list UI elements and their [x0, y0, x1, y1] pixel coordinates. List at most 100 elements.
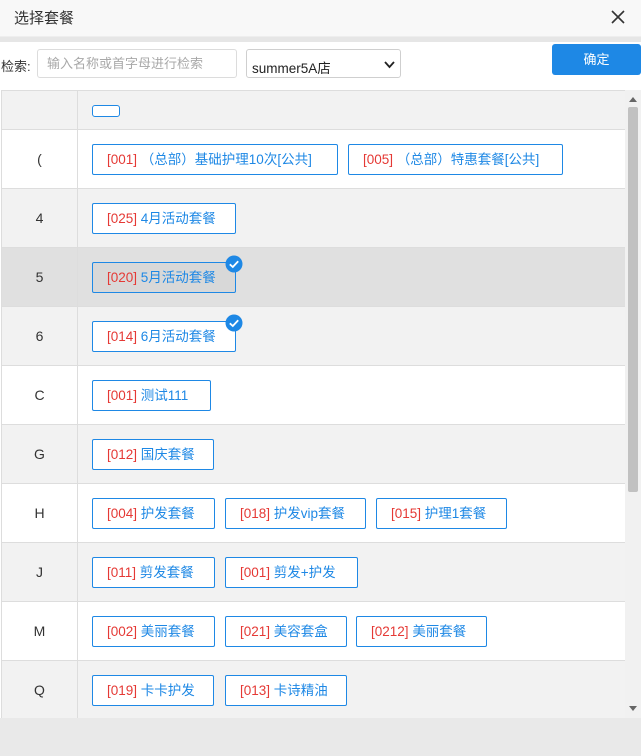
- group-items: [014] 6月活动套餐: [78, 307, 625, 365]
- package-name: 国庆套餐: [140, 447, 195, 462]
- check-icon: [225, 255, 243, 273]
- package-code: [015]: [391, 506, 422, 521]
- package-button[interactable]: [001] 测试111: [92, 380, 211, 411]
- group-row: 5 [020] 5月活动套餐: [1, 248, 625, 307]
- group-letter: Q: [1, 661, 78, 718]
- package-code: [021]: [240, 624, 271, 639]
- group-row: H [004] 护发套餐 [018] 护发vip套餐 [015] 护理1套餐: [1, 484, 625, 543]
- scroll-up-arrow-icon[interactable]: [628, 95, 638, 103]
- select-all-button[interactable]: [92, 105, 120, 117]
- group-items: [020] 5月活动套餐: [78, 248, 625, 306]
- package-button[interactable]: [015] 护理1套餐: [376, 498, 507, 529]
- search-input[interactable]: [37, 49, 237, 78]
- group-letter: G: [1, 425, 78, 483]
- select-package-dialog: 选择套餐 检索: summer5A店 确定 ([001] （总部）基础护理10次…: [0, 0, 641, 718]
- package-code: [011]: [107, 565, 137, 580]
- scrollbar-thumb[interactable]: [628, 107, 638, 492]
- package-name: 卡诗精油: [273, 683, 328, 698]
- package-name: 4月活动套餐: [140, 211, 216, 226]
- package-name: 护理1套餐: [424, 506, 487, 521]
- group-letter: M: [1, 602, 78, 660]
- package-code: [013]: [240, 683, 271, 698]
- package-button[interactable]: [019] 卡卡护发: [92, 675, 214, 706]
- package-button[interactable]: [018] 护发vip套餐: [225, 498, 366, 529]
- group-items: [004] 护发套餐 [018] 护发vip套餐 [015] 护理1套餐: [78, 484, 625, 542]
- package-name: 美丽套餐: [140, 624, 195, 639]
- package-code: [019]: [107, 683, 138, 698]
- table-header-row: [1, 90, 625, 130]
- package-button[interactable]: [025] 4月活动套餐: [92, 203, 236, 234]
- package-code: [0212]: [371, 624, 409, 639]
- package-button[interactable]: [004] 护发套餐: [92, 498, 215, 529]
- group-items: [019] 卡卡护发 [013] 卡诗精油: [78, 661, 625, 718]
- group-letter: 5: [1, 248, 78, 306]
- store-select-value: summer5A店: [252, 61, 331, 76]
- scrollbar[interactable]: [625, 90, 641, 718]
- package-code: [005]: [363, 152, 394, 167]
- toolbar: 检索: summer5A店 确定: [0, 42, 641, 88]
- group-items: [002] 美丽套餐 [021] 美容套盒 [0212] 美丽套餐: [78, 602, 625, 660]
- package-name: 剪发+护发: [273, 565, 336, 580]
- package-code: [014]: [107, 329, 138, 344]
- package-name: 美容套盒: [273, 624, 328, 639]
- package-button[interactable]: [001] （总部）基础护理10次[公共]: [92, 144, 338, 175]
- package-name: 测试111: [140, 388, 189, 403]
- group-row: Q [019] 卡卡护发 [013] 卡诗精油: [1, 661, 625, 718]
- group-row: ( [001] （总部）基础护理10次[公共] [005] （总部）特惠套餐[公共]: [1, 130, 625, 189]
- package-button[interactable]: [020] 5月活动套餐: [92, 255, 243, 293]
- group-items: [001] （总部）基础护理10次[公共] [005] （总部）特惠套餐[公共]: [78, 130, 625, 188]
- group-letter: H: [1, 484, 78, 542]
- close-icon[interactable]: [610, 9, 626, 25]
- search-label: 检索:: [1, 59, 31, 74]
- package-code: [004]: [107, 506, 138, 521]
- group-row: M [002] 美丽套餐 [021] 美容套盒 [0212] 美丽套餐: [1, 602, 625, 661]
- dialog-title: 选择套餐: [14, 10, 75, 27]
- package-name: （总部）基础护理10次[公共]: [140, 152, 312, 167]
- package-code: [001]: [107, 388, 138, 403]
- package-button[interactable]: [0212] 美丽套餐: [356, 616, 487, 647]
- store-select[interactable]: summer5A店: [246, 49, 401, 78]
- group-row: 6 [014] 6月活动套餐: [1, 307, 625, 366]
- package-name: 美丽套餐: [412, 624, 467, 639]
- package-name: 6月活动套餐: [140, 329, 216, 344]
- scroll-down-arrow-icon[interactable]: [628, 705, 638, 713]
- group-letter: J: [1, 543, 78, 601]
- package-button[interactable]: [014] 6月活动套餐: [92, 314, 243, 352]
- group-items: [012] 国庆套餐: [78, 425, 625, 483]
- group-letter: 4: [1, 189, 78, 247]
- header-letter-cell: [1, 91, 78, 129]
- package-name: （总部）特惠套餐[公共]: [396, 152, 540, 167]
- group-row: J [011] 剪发套餐 [001] 剪发+护发: [1, 543, 625, 602]
- package-name: 护发vip套餐: [273, 506, 346, 521]
- package-button[interactable]: [011] 剪发套餐: [92, 557, 215, 588]
- group-row: G [012] 国庆套餐: [1, 425, 625, 484]
- package-name: 5月活动套餐: [140, 270, 216, 285]
- group-row: C [001] 测试111: [1, 366, 625, 425]
- package-button[interactable]: [012] 国庆套餐: [92, 439, 214, 470]
- group-row: 4 [025] 4月活动套餐: [1, 189, 625, 248]
- package-code: [001]: [240, 565, 271, 580]
- package-code: [025]: [107, 211, 138, 226]
- group-items: [001] 测试111: [78, 366, 625, 424]
- group-letter: 6: [1, 307, 78, 365]
- package-code: [001]: [107, 152, 138, 167]
- package-table: ( [001] （总部）基础护理10次[公共] [005] （总部）特惠套餐[公共]…: [1, 90, 625, 718]
- package-name: 剪发套餐: [139, 565, 194, 580]
- package-name: 卡卡护发: [140, 683, 195, 698]
- group-letter: C: [1, 366, 78, 424]
- package-code: [018]: [240, 506, 271, 521]
- group-items: [025] 4月活动套餐: [78, 189, 625, 247]
- package-code: [012]: [107, 447, 138, 462]
- package-button[interactable]: [021] 美容套盒: [225, 616, 347, 647]
- package-button[interactable]: [002] 美丽套餐: [92, 616, 215, 647]
- group-items: [011] 剪发套餐 [001] 剪发+护发: [78, 543, 625, 601]
- package-button[interactable]: [013] 卡诗精油: [225, 675, 347, 706]
- header-items-cell: [78, 91, 625, 129]
- package-button[interactable]: [001] 剪发+护发: [225, 557, 358, 588]
- group-letter: (: [1, 130, 78, 188]
- package-code: [002]: [107, 624, 138, 639]
- confirm-button[interactable]: 确定: [552, 44, 641, 75]
- package-button[interactable]: [005] （总部）特惠套餐[公共]: [348, 144, 563, 175]
- chevron-down-icon: [384, 61, 395, 69]
- package-code: [020]: [107, 270, 138, 285]
